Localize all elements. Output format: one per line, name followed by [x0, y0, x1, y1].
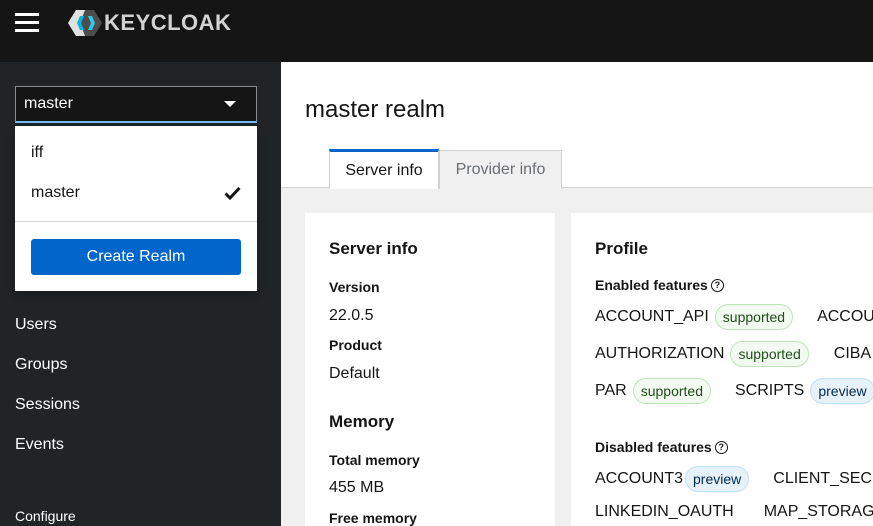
realm-option-iff[interactable]: iff	[15, 133, 257, 173]
help-icon[interactable]: ?	[710, 278, 724, 292]
supported-badge: supported	[632, 378, 711, 404]
memory-title: Memory	[329, 412, 395, 431]
main-content: master realm Server info Provider info S…	[281, 62, 873, 526]
feature-name: MAP_STORAGE	[763, 503, 873, 520]
disabled-features-label: Disabled features	[595, 439, 712, 455]
disabled-features-heading: Disabled features ?	[595, 439, 728, 455]
total-memory-value: 455 MB	[329, 479, 385, 496]
create-realm-button[interactable]: Create Realm	[31, 239, 241, 275]
tab-provider-info[interactable]: Provider info	[439, 150, 562, 189]
feature-row: PAR supported SCRIPTS preview	[595, 378, 873, 404]
version-label: Version	[329, 279, 380, 295]
profile-card: Profile Enabled features ? ACCOUNT_API s…	[571, 213, 873, 526]
total-memory-label: Total memory	[329, 452, 420, 468]
server-info-card: Server info Version 22.0.5 Product Defau…	[305, 213, 555, 526]
help-icon[interactable]: ?	[714, 440, 728, 454]
feature-row: AUTHORIZATION supported CIBA	[595, 341, 873, 367]
realm-selector[interactable]: master	[15, 86, 257, 123]
page-title: master realm	[305, 96, 446, 123]
feature-name: SCRIPTS	[735, 382, 805, 399]
version-value: 22.0.5	[329, 307, 374, 324]
profile-title: Profile	[595, 239, 648, 258]
product-value: Default	[329, 365, 380, 382]
hamburger-menu-icon[interactable]	[15, 13, 39, 33]
keycloak-logo-icon	[68, 10, 102, 36]
feature-name: ACCOUNT_API	[595, 308, 709, 325]
feature-name: CIBA	[833, 345, 872, 362]
caret-down-icon	[224, 101, 236, 107]
feature-name: ACCOUNT_	[817, 308, 873, 325]
feature-name: LINKEDIN_OAUTH	[595, 503, 734, 520]
server-info-title: Server info	[329, 239, 418, 258]
feature-name: PAR	[595, 382, 627, 399]
check-icon	[224, 186, 241, 200]
realm-option-label: iff	[31, 144, 44, 161]
feature-name: AUTHORIZATION	[595, 345, 725, 362]
nav-item-users[interactable]: Users	[15, 316, 57, 334]
dropdown-divider	[15, 221, 257, 222]
enabled-features-label: Enabled features	[595, 277, 708, 293]
realm-dropdown-menu: iff master Create Realm	[15, 126, 257, 291]
masthead: KEYCLOAK	[0, 0, 873, 62]
realm-selector-value: master	[24, 95, 73, 112]
supported-badge: supported	[730, 341, 809, 367]
preview-badge: preview	[810, 378, 873, 404]
feature-row: ACCOUNT_API supported ACCOUNT_	[595, 304, 873, 330]
tab-server-info[interactable]: Server info	[329, 149, 439, 189]
free-memory-label: Free memory	[329, 510, 417, 526]
enabled-features-heading: Enabled features ?	[595, 277, 724, 293]
realm-option-label: master	[31, 184, 80, 201]
logo-text: KEYCLOAK	[104, 10, 232, 35]
keycloak-logo[interactable]: KEYCLOAK	[68, 8, 231, 38]
nav-item-events[interactable]: Events	[15, 436, 64, 454]
supported-badge: supported	[714, 304, 794, 330]
feature-name: ACCOUNT3	[595, 470, 684, 487]
product-label: Product	[329, 337, 382, 353]
nav-section-configure: Configure	[15, 508, 76, 524]
feature-row: ACCOUNT3 preview CLIENT_SECRET	[595, 466, 873, 492]
preview-badge: preview	[685, 466, 750, 492]
feature-name: CLIENT_SECRET	[773, 470, 873, 487]
nav-item-sessions[interactable]: Sessions	[15, 396, 80, 414]
feature-row: LINKEDIN_OAUTH MAP_STORAGE	[595, 503, 873, 521]
nav-item-groups[interactable]: Groups	[15, 356, 67, 374]
realm-option-master[interactable]: master	[15, 173, 257, 213]
